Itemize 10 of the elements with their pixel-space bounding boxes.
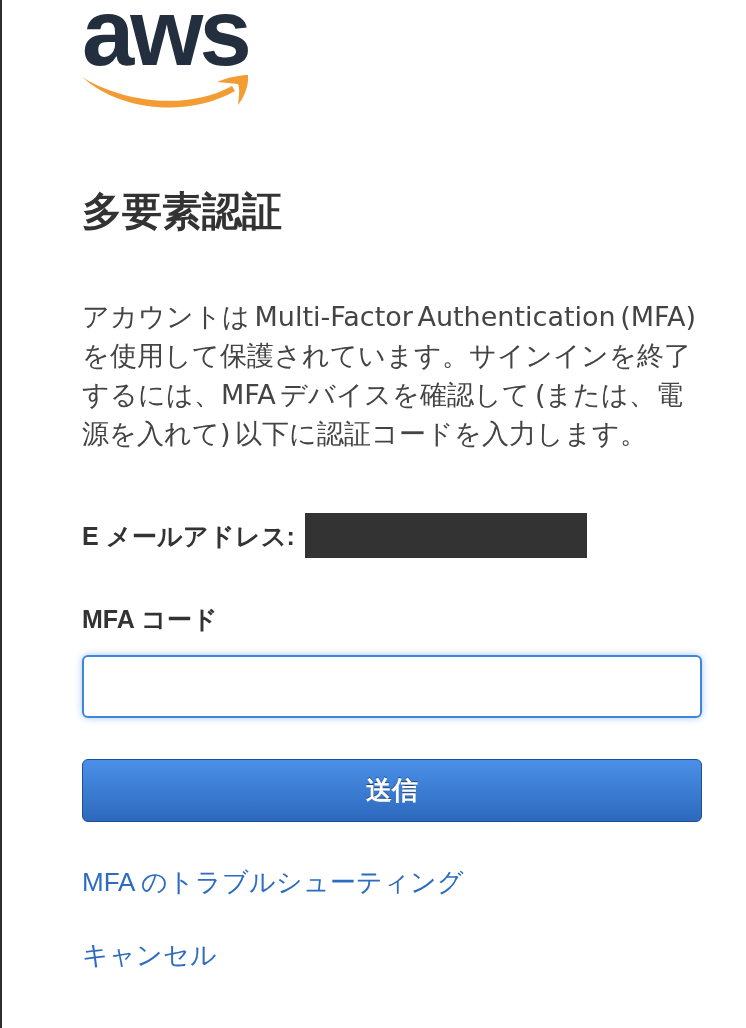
mfa-code-field[interactable]	[82, 655, 702, 718]
email-label: E メールアドレス:	[82, 520, 295, 551]
logo-wordmark: aws	[82, 0, 249, 66]
page-heading: 多要素認証	[82, 188, 282, 235]
troubleshooting-link[interactable]: MFA のトラブルシューティング	[82, 867, 465, 897]
cancel-link[interactable]: キャンセル	[82, 940, 217, 970]
submit-button[interactable]: 送信	[82, 759, 702, 822]
smile-arrow-icon	[82, 74, 248, 111]
description-text: アカウントは Multi-Factor Authentication (MFA) を使用して保護されています。サインインを終了するには、MFA デバイスを確認して (または、電源を入れて) 以下に認証コードを入力します。	[82, 300, 698, 451]
mfa-code-label: MFA コード	[82, 604, 218, 634]
